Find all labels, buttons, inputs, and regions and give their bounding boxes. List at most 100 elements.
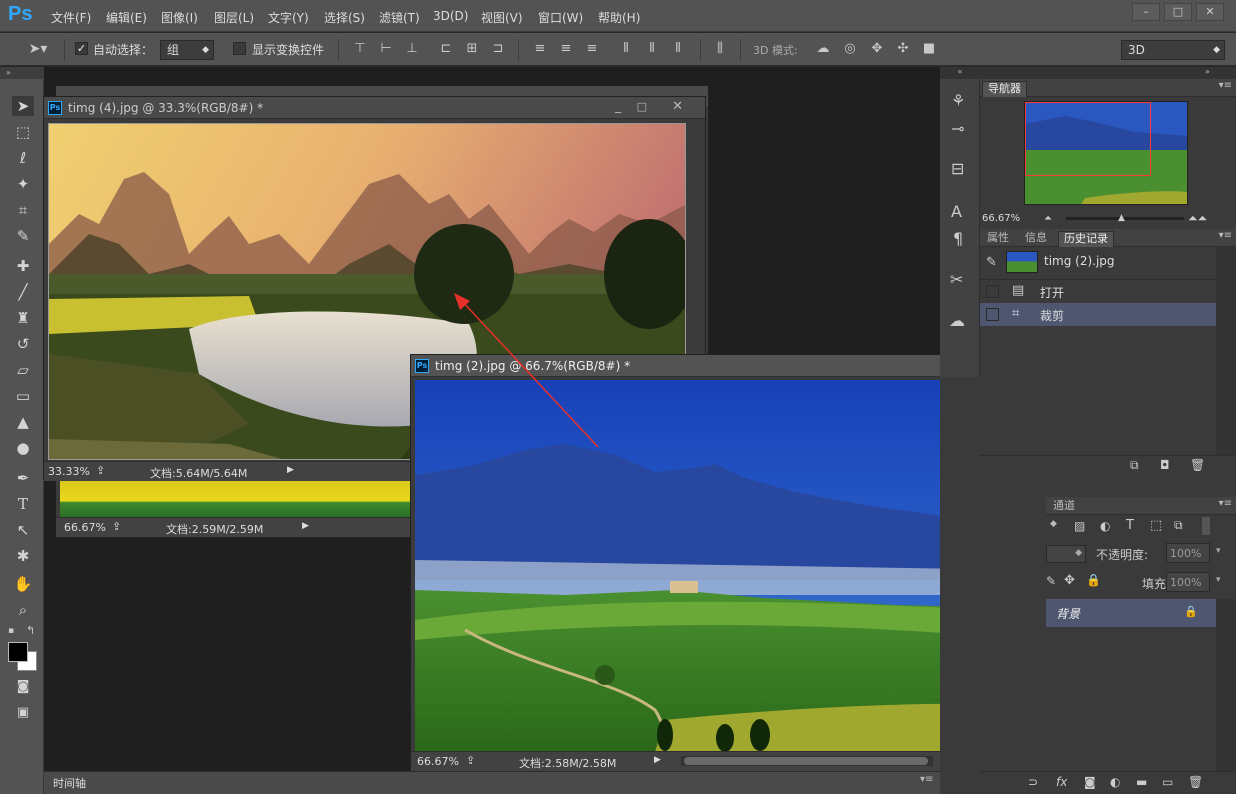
collapse-icons-icon[interactable]: « [940,67,980,79]
eraser-tool-icon[interactable]: ▱ [12,360,34,380]
new-group-icon[interactable]: ▬ [1136,775,1147,789]
foreground-color-swatch[interactable] [8,642,28,662]
menu-select[interactable]: 选择(S) [324,9,365,26]
fill-input[interactable]: 100% [1166,572,1210,592]
zoom-out-icon[interactable]: ⏶ [1044,213,1052,224]
status-menu-arrow-icon[interactable]: ▶ [302,521,309,531]
status-menu-arrow-icon[interactable]: ▶ [654,755,661,765]
zoom-slider-thumb[interactable]: ▲ [1118,213,1125,223]
auto-select-checkbox[interactable]: ✓ [75,42,88,55]
close-icon[interactable]: ✕ [672,99,683,114]
brush-presets-icon[interactable]: ⚘ [951,91,965,110]
tab-navigator[interactable]: 导航器 [982,81,1027,97]
distribute-vcenter-icon[interactable]: ≡ [558,41,574,57]
workspace-dropdown[interactable]: 3D ◆ [1121,40,1225,60]
share-icon[interactable]: ⇪ [96,464,105,477]
panel-menu-icon[interactable]: ▾≡ [1219,80,1232,91]
default-colors-icon[interactable]: ▪ [8,626,14,636]
distribute-left-icon[interactable]: ⦀ [618,41,634,57]
fill-dropdown-icon[interactable]: ▾ [1216,575,1221,585]
tab-info[interactable]: 信息 [1020,231,1052,247]
menu-edit[interactable]: 编辑(E) [106,9,147,26]
minimize-button[interactable]: – [1132,3,1160,21]
document-title-bar[interactable]: Ps timg (4).jpg @ 33.3%(RGB/8#) * _ □ ✕ [44,97,705,119]
screen-mode-icon[interactable]: ▣ [12,703,34,723]
blend-mode-dropdown[interactable]: ◆ [1046,545,1086,563]
zoom-level[interactable]: 66.67% [64,521,106,534]
swap-colors-icon[interactable]: ↰ [26,624,35,637]
history-source-checkbox[interactable] [986,285,999,298]
maximize-button[interactable]: □ [1164,3,1192,21]
align-top-icon[interactable]: ⊤ [352,41,368,57]
3d-rotate-icon[interactable]: ☁ [815,41,831,57]
distribute-top-icon[interactable]: ≡ [532,41,548,57]
navigator-view-box[interactable] [1025,102,1151,176]
menu-layer[interactable]: 图层(L) [214,9,254,26]
character-panel-icon[interactable]: A [951,202,962,221]
filter-smart-object-icon[interactable]: ⧉ [1174,518,1183,533]
move-tool-icon[interactable]: ➤ [12,96,34,116]
layers-scrollbar[interactable] [1216,599,1236,779]
path-selection-tool-icon[interactable]: ↖ [12,520,34,540]
opacity-input[interactable]: 100% [1166,543,1210,563]
filter-pixel-icon[interactable]: ▨ [1074,519,1085,533]
history-brush-tool-icon[interactable]: ↺ [12,334,34,354]
type-tool-icon[interactable]: T [12,494,34,514]
align-bottom-icon[interactable]: ⊥ [404,41,420,57]
zoom-tool-icon[interactable]: ⌕ [12,600,34,620]
lock-pixels-icon[interactable]: ✎ [1046,574,1056,588]
show-transform-checkbox[interactable] [233,42,246,55]
share-icon[interactable]: ⇪ [466,754,475,767]
gradient-tool-icon[interactable]: ▭ [12,386,34,406]
hand-tool-icon[interactable]: ✋ [12,574,34,594]
auto-align-icon[interactable]: ⫼ [712,41,728,57]
shape-tool-icon[interactable]: ✱ [12,546,34,566]
lock-all-icon[interactable]: 🔒 [1086,573,1101,587]
history-brush-source-icon[interactable]: ✎ [986,255,997,270]
filter-type-dropdown[interactable]: ◆ [1050,519,1057,529]
tab-channels[interactable]: 通道 [1048,499,1080,515]
history-row-open[interactable]: ▤ 打开 [980,280,1216,303]
3d-slide-icon[interactable]: ✣ [895,41,911,57]
3d-drag-icon[interactable]: ✥ [869,41,885,57]
pen-tool-icon[interactable]: ✒ [12,468,34,488]
new-document-from-state-icon[interactable]: ⧉ [1130,458,1139,473]
link-layers-icon[interactable]: ⊃ [1028,775,1038,789]
panel-menu-icon[interactable]: ▾≡ [1219,230,1232,241]
filter-shape-icon[interactable]: ⬚ [1150,518,1162,533]
move-tool-preset-icon[interactable]: ➤▾ [24,41,52,57]
panel-menu-icon[interactable]: ▾≡ [920,774,933,785]
navigator-thumbnail[interactable] [1024,101,1188,205]
zoom-level[interactable]: 66.67% [417,755,459,768]
zoom-level[interactable]: 33.33% [48,465,90,478]
menu-file[interactable]: 文件(F) [51,9,91,26]
collapse-toolbar-icon[interactable]: » [0,67,44,79]
history-scrollbar[interactable] [1216,247,1236,475]
align-left-icon[interactable]: ⊏ [438,41,454,57]
filter-toggle[interactable] [1202,517,1210,535]
eyedropper-tool-icon[interactable]: ✎ [12,226,34,246]
menu-type[interactable]: 文字(Y) [268,9,309,26]
collapse-panel-icon[interactable]: » [980,67,1236,79]
quick-mask-icon[interactable]: ◙ [12,677,34,697]
scrollbar-thumb[interactable] [684,757,928,765]
zoom-slider-track[interactable]: ▲ [1066,213,1184,223]
distribute-hcenter-icon[interactable]: ⦀ [644,41,660,57]
maximize-icon[interactable]: □ [637,100,647,113]
horizontal-scrollbar[interactable] [681,756,933,766]
menu-window[interactable]: 窗口(W) [538,9,583,26]
creative-cloud-icon[interactable]: ☁ [949,311,965,330]
filter-type-icon[interactable]: T [1126,518,1134,533]
share-icon[interactable]: ⇪ [112,520,121,533]
align-vcenter-icon[interactable]: ⊢ [378,41,394,57]
auto-select-dropdown[interactable]: 组 ◆ [160,40,214,60]
healing-brush-tool-icon[interactable]: ✚ [12,256,34,276]
brush-tool-icon[interactable]: ╱ [12,282,34,302]
distribute-bottom-icon[interactable]: ≡ [584,41,600,57]
3d-roll-icon[interactable]: ◎ [842,41,858,57]
magic-wand-tool-icon[interactable]: ✦ [12,174,34,194]
new-layer-icon[interactable]: ▭ [1162,775,1173,789]
crop-tool-icon[interactable]: ⌗ [12,200,34,220]
zoom-in-icon[interactable]: ⏶⏶ [1188,211,1207,226]
menu-3d[interactable]: 3D(D) [433,9,468,23]
